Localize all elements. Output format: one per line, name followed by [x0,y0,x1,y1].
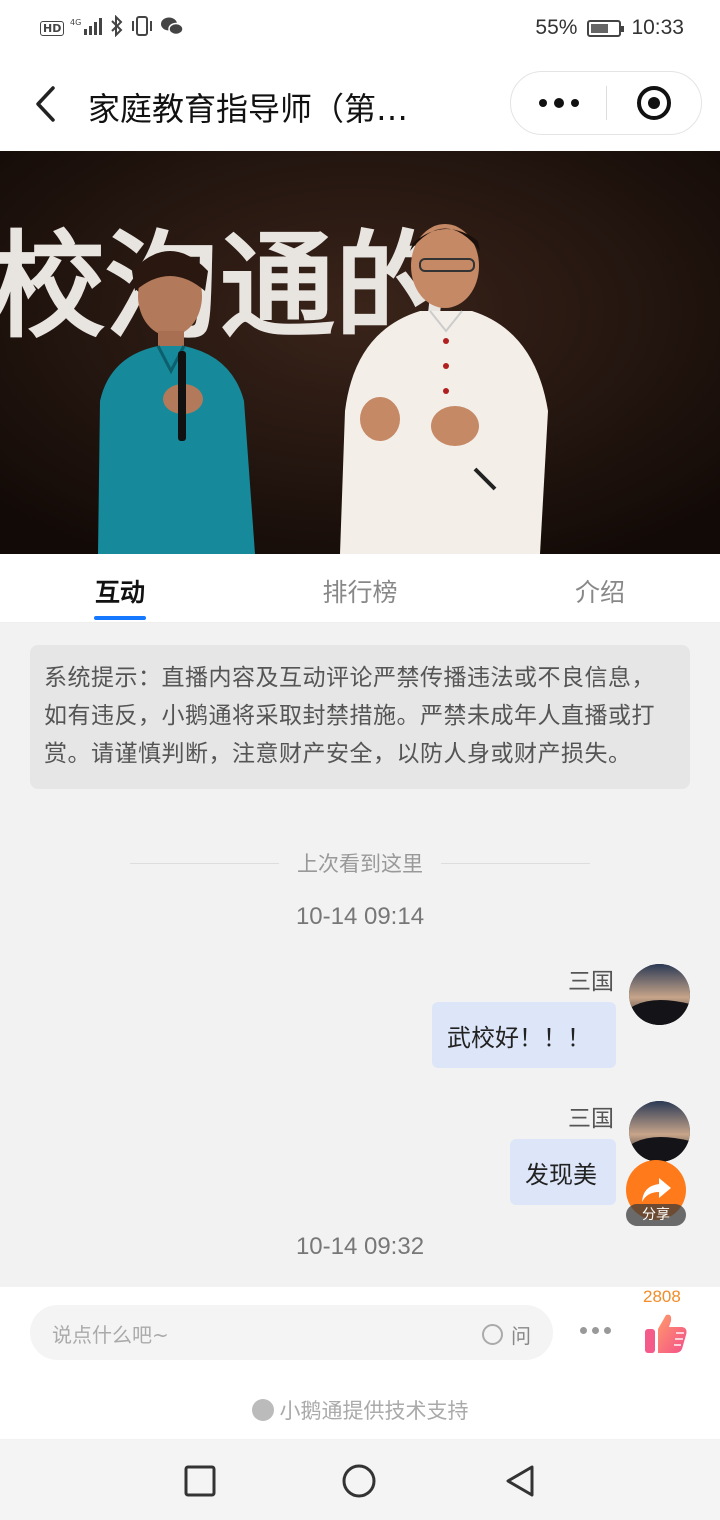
svg-text:4G: 4G [70,18,81,27]
timestamp: 10-14 09:32 [295,1233,425,1260]
close-miniprogram-button[interactable] [607,86,701,120]
battery-percent: 55% [535,16,578,39]
title-bar: 家庭教育指导师（第… [0,56,720,151]
more-dots-icon [538,98,547,107]
radio-circle-icon [482,1324,503,1345]
vibrate-icon [130,15,154,41]
triangle-back-icon [506,1465,534,1497]
clock: 10:33 [631,16,684,39]
timestamp: 10-14 09:14 [295,903,425,930]
back-button[interactable] [28,84,62,124]
like-count: 2808 [643,1287,681,1306]
video-frame: 校沟通的 [0,151,720,554]
message-bubble[interactable]: 发现美 [510,1139,616,1205]
like-button[interactable] [642,1309,690,1357]
ask-label: 问 [511,1324,531,1348]
back-nav-button[interactable] [503,1464,537,1498]
last-seen-label: 上次看到这里 [297,852,423,876]
hd-icon: HD [40,20,65,36]
miniprogram-capsule [510,71,702,135]
ask-toggle[interactable]: 问 [482,1320,531,1349]
live-video-player[interactable]: 校沟通的 [0,151,720,554]
powered-by-label: 小鹅通提供技术支持 [279,1399,469,1423]
system-notice: 系统提示：直播内容及互动评论严禁传播违法或不良信息，如有违反，小鹅通将采取封禁措… [30,645,690,789]
circle-icon [342,1464,376,1498]
bluetooth-icon [110,14,124,41]
avatar[interactable] [629,964,690,1025]
signal-icon: 4G [70,16,104,40]
home-button[interactable] [342,1464,376,1498]
message-bubble[interactable]: 武校好！！！ [432,1002,616,1068]
status-icons: HD 4G [40,14,185,41]
tab-interaction[interactable]: 互动 [0,554,240,622]
more-dots-icon [580,1327,587,1334]
share-label: 分享 [626,1204,686,1226]
status-right: 55% 10:33 [535,16,684,40]
more-button[interactable] [511,97,606,108]
recent-apps-button[interactable] [183,1464,217,1498]
page-title: 家庭教育指导师（第… [88,90,409,128]
comment-bar: 说点什么吧~ 问 2808 小鹅通提供技术支持 [0,1287,720,1439]
avatar[interactable] [629,1101,690,1162]
tab-ranking[interactable]: 排行榜 [240,554,480,622]
system-nav-bar [0,1440,720,1520]
message-author: 三国 [568,969,614,995]
more-options-button[interactable] [580,1327,611,1334]
comment-input[interactable]: 说点什么吧~ 问 [30,1305,553,1360]
comment-placeholder: 说点什么吧~ [52,1323,169,1347]
target-close-icon [636,86,671,120]
tab-intro[interactable]: 介绍 [480,554,720,622]
last-seen-divider: 上次看到这里 [130,848,590,878]
square-icon [184,1465,216,1497]
share-button[interactable]: 分享 [626,1160,686,1226]
powered-by: 小鹅通提供技术支持 [0,1395,720,1425]
xiaoe-logo-icon [251,1399,274,1421]
tab-bar: 互动 排行榜 介绍 [0,554,720,623]
message-author: 三国 [568,1106,614,1132]
thumbs-up-icon [645,1314,687,1353]
chevron-left-icon [36,86,55,122]
battery-icon [587,19,625,37]
status-bar: HD 4G 55% 10:33 [0,0,720,56]
wechat-icon [160,15,185,41]
